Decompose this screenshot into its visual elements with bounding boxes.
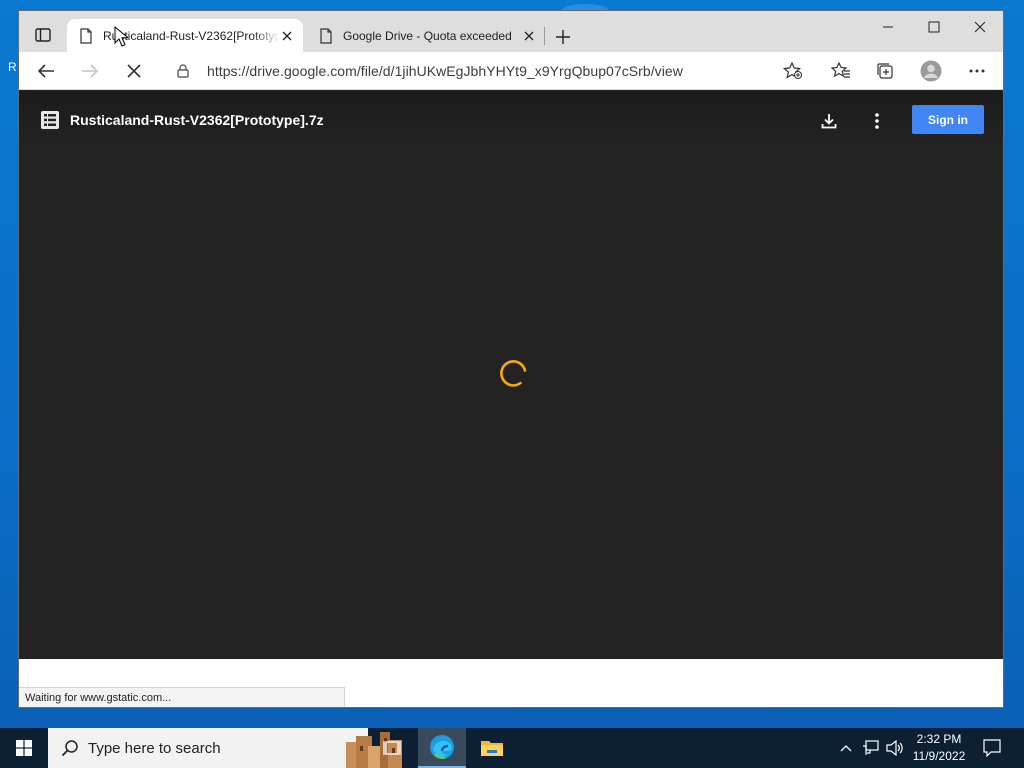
file-explorer-taskbar-button[interactable] — [468, 728, 516, 768]
back-arrow-icon — [37, 64, 54, 78]
plus-icon — [556, 30, 570, 44]
taskbar: Type here to search 2:32 PM 11/9/2022 — [0, 728, 1024, 768]
task-view-icon — [383, 741, 401, 755]
edge-taskbar-button[interactable] — [418, 728, 466, 768]
volume-icon — [886, 740, 903, 756]
page-icon — [320, 27, 332, 44]
maximize-icon — [928, 21, 940, 33]
download-button[interactable] — [815, 107, 843, 135]
browser-window: Rusticaland-Rust-V2362[Prototype].7z Goo… — [18, 10, 1004, 708]
chevron-up-icon — [840, 745, 852, 752]
tab-title: Google Drive - Quota exceeded — [343, 28, 512, 43]
tab-title: Rusticaland-Rust-V2362[Prototype].7z — [103, 28, 279, 43]
notification-icon — [983, 739, 1001, 757]
mouse-cursor-icon — [114, 26, 128, 47]
tab-rusticaland[interactable]: Rusticaland-Rust-V2362[Prototype].7z — [67, 19, 303, 52]
tab-actions-button[interactable] — [27, 22, 59, 48]
back-button[interactable] — [31, 56, 61, 86]
file-explorer-icon — [481, 741, 503, 756]
search-icon-wrap — [60, 738, 80, 758]
volume-button[interactable] — [884, 738, 906, 758]
clock[interactable]: 2:32 PM 11/9/2022 — [906, 731, 972, 765]
maximize-button[interactable] — [911, 13, 957, 41]
tab-actions-icon — [35, 28, 51, 42]
spinner-icon — [500, 360, 527, 387]
network-icon — [863, 740, 879, 755]
search-placeholder: Type here to search — [88, 739, 221, 757]
forward-arrow-icon — [82, 64, 99, 78]
url-text[interactable]: https://drive.google.com/file/d/1jihUKwE… — [207, 63, 683, 79]
address-bar[interactable]: https://drive.google.com/file/d/1jihUKwE… — [163, 55, 837, 87]
start-button[interactable] — [0, 728, 48, 768]
forward-button[interactable] — [75, 56, 105, 86]
sign-in-button[interactable]: Sign in — [912, 105, 984, 134]
action-center-button[interactable] — [978, 734, 1006, 762]
collections-icon — [877, 63, 893, 79]
tab-quota-exceeded[interactable]: Google Drive - Quota exceeded — [307, 19, 545, 52]
more-icon — [969, 69, 985, 73]
clock-date: 11/9/2022 — [912, 749, 966, 763]
close-icon — [974, 21, 986, 33]
drive-file-viewer: Rusticaland-Rust-V2362[Prototype].7z Sig… — [19, 91, 1003, 659]
show-hidden-icons-button[interactable] — [836, 738, 856, 758]
site-info-button[interactable] — [175, 63, 191, 79]
network-button[interactable] — [860, 738, 882, 758]
download-icon — [821, 114, 837, 129]
stop-icon — [127, 64, 141, 78]
search-icon — [61, 740, 78, 757]
taskbar-search-box[interactable]: Type here to search — [48, 728, 402, 768]
close-icon — [282, 31, 292, 40]
minimize-button[interactable] — [865, 13, 911, 41]
minimize-icon — [883, 26, 893, 28]
favorites-button[interactable] — [826, 56, 856, 86]
tab-separator — [544, 27, 545, 45]
collections-button[interactable] — [870, 56, 900, 86]
task-view-button[interactable] — [372, 728, 412, 768]
lock-icon — [177, 64, 189, 78]
viewer-header: Rusticaland-Rust-V2362[Prototype].7z Sig… — [19, 91, 1003, 147]
file-name: Rusticaland-Rust-V2362[Prototype].7z — [70, 112, 324, 128]
add-to-favorites-button[interactable] — [778, 56, 808, 86]
profile-icon — [920, 60, 942, 82]
close-tab-button[interactable] — [521, 28, 537, 44]
file-list-icon — [41, 111, 59, 129]
desktop-icon-label: R — [8, 60, 17, 74]
status-bar: Waiting for www.gstatic.com... — [19, 687, 345, 707]
close-tab-button[interactable] — [279, 28, 295, 44]
profile-button[interactable] — [916, 56, 946, 86]
favorites-icon — [831, 62, 850, 78]
close-icon — [524, 31, 534, 40]
clock-time: 2:32 PM — [916, 732, 962, 746]
tab-strip: Rusticaland-Rust-V2362[Prototype].7z Goo… — [19, 11, 1003, 52]
stop-loading-button[interactable] — [119, 56, 149, 86]
more-actions-button[interactable] — [863, 107, 891, 135]
kebab-icon — [875, 113, 879, 129]
windows-logo-icon — [16, 740, 32, 756]
edge-icon — [430, 735, 454, 759]
add-favorite-icon — [783, 62, 803, 80]
browser-toolbar: https://drive.google.com/file/d/1jihUKwE… — [19, 52, 1003, 90]
close-window-button[interactable] — [957, 13, 1003, 41]
new-tab-button[interactable] — [551, 25, 575, 49]
settings-and-more-button[interactable] — [962, 56, 992, 86]
page-icon — [80, 27, 92, 44]
